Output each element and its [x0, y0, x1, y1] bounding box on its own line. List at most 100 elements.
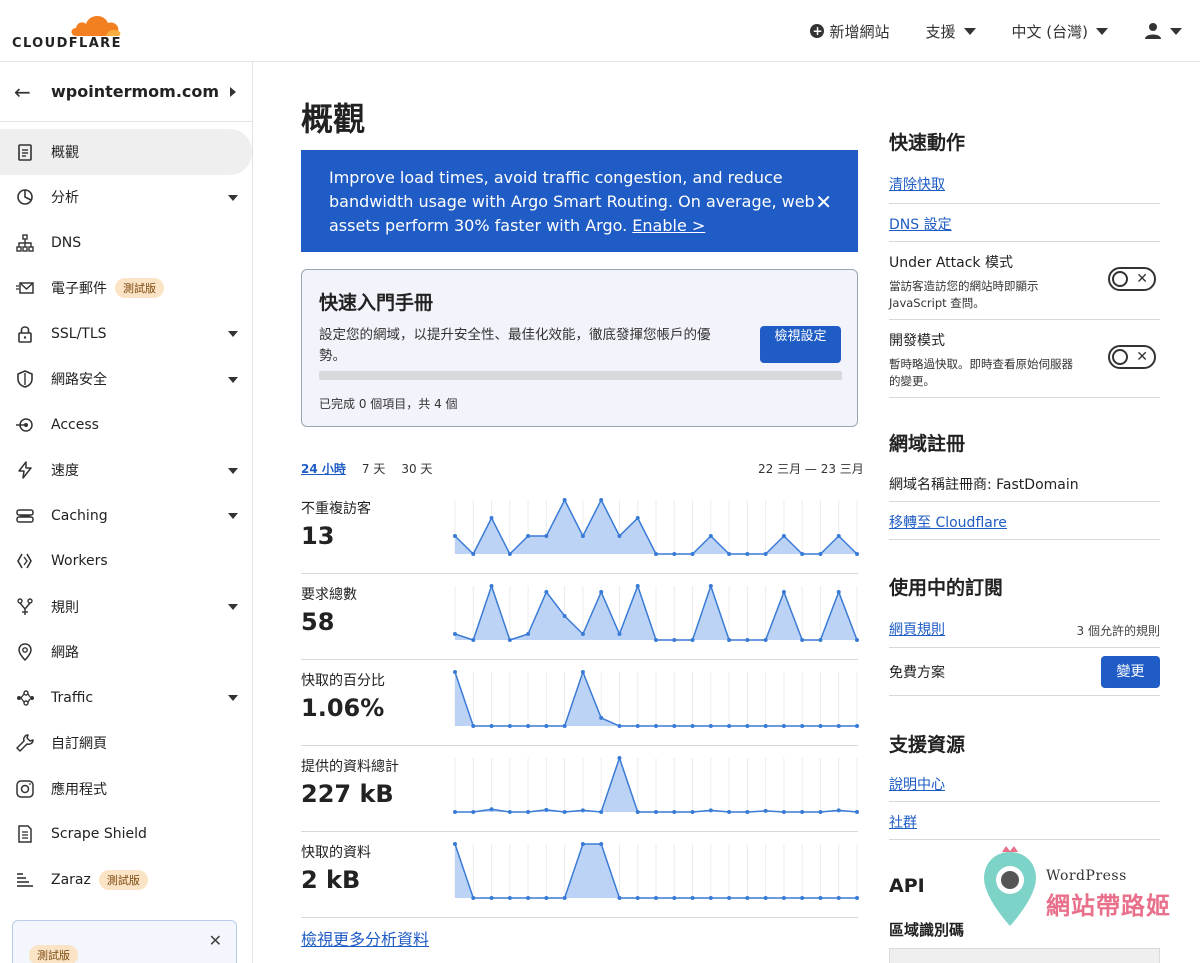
sparkline-point [745, 724, 750, 728]
sparkline-point [526, 896, 531, 900]
logo-text: CLOUDFLARE [12, 36, 122, 51]
sparkline-point [690, 724, 695, 728]
sidebar-item-0[interactable]: 概觀 [0, 129, 252, 175]
add-site-label: 新增網站 [829, 22, 890, 41]
sparkline-point [507, 638, 512, 642]
sparkline-point [617, 756, 622, 760]
sparkline-point [562, 810, 567, 814]
page-rules-row: 網頁規則 3 個允許的規則 [889, 610, 1160, 648]
sparkline-point [708, 534, 713, 538]
sparkline-point [453, 632, 457, 636]
range-tab-1[interactable]: 7 天 [362, 460, 385, 477]
argo-banner: Improve load times, avoid traffic conges… [301, 150, 858, 252]
sparkline-point [635, 896, 640, 900]
sidebar-item-8[interactable]: Caching [0, 493, 252, 539]
subscriptions-title: 使用中的訂閱 [889, 577, 1004, 599]
more-analytics-link[interactable]: 檢視更多分析資料 [301, 926, 429, 950]
community-link[interactable]: 社群 [889, 815, 917, 831]
subscriptions-list: 網頁規則 3 個允許的規則 免費方案 變更 [889, 610, 1160, 696]
sparkline-point [526, 534, 531, 538]
sparkline-point [855, 896, 859, 900]
sidebar-item-9[interactable]: Workers [0, 539, 252, 585]
sidebar-item-label: SSL/TLS [51, 325, 107, 342]
purge-cache-link[interactable]: 清除快取 [889, 177, 945, 193]
sparkline-point [781, 896, 786, 900]
sidebar-item-13[interactable]: 自訂網頁 [0, 721, 252, 767]
sparkline-point [562, 724, 567, 728]
language-label: 中文 (台灣) [1011, 22, 1088, 41]
sidebar-item-14[interactable]: 應用程式 [0, 766, 252, 812]
user-menu[interactable] [1144, 22, 1182, 40]
back-arrow-icon[interactable]: ← [14, 80, 51, 104]
sparkline-point [562, 498, 567, 502]
view-setup-button[interactable]: 檢視設定 [760, 326, 841, 363]
range-tab-0[interactable]: 24 小時 [301, 460, 346, 477]
domain-selector[interactable]: ← wpointermom.com [0, 62, 252, 122]
community-row: 社群 [889, 802, 1160, 840]
sparkline-point [855, 724, 859, 728]
sidebar-item-16[interactable]: Zaraz 測試版 [0, 857, 252, 903]
sidebar-item-3[interactable]: 電子郵件 測試版 [0, 266, 252, 312]
sparkline-point [727, 810, 732, 814]
sparkline-point [617, 896, 622, 900]
sidebar-item-10[interactable]: 規則 [0, 584, 252, 630]
sidebar-item-12[interactable]: Traffic [0, 675, 252, 721]
filter-icon [15, 597, 35, 617]
sidebar-item-5[interactable]: 網路安全 [0, 357, 252, 403]
range-tab-2[interactable]: 30 天 [401, 460, 432, 477]
chevron-down-icon [228, 467, 238, 474]
chevron-right-icon [230, 87, 236, 97]
support-title: 支援資源 [889, 734, 966, 756]
transfer-link[interactable]: 移轉至 Cloudflare [889, 515, 1007, 531]
page-rules-link[interactable]: 網頁規則 [889, 622, 945, 638]
sidebar-item-label: Access [51, 416, 99, 433]
sidebar-item-2[interactable]: DNS [0, 220, 252, 266]
guide-count: 已完成 0 個項目，共 4 個 [319, 397, 458, 411]
sparkline-point [544, 896, 549, 900]
dev-mode-desc: 暫時略過快取。即時查看原始伺服器的變更。 [889, 357, 1073, 388]
date-range: 22 三月 — 23 三月 [758, 462, 864, 476]
sidebar-item-label: 分析 [51, 190, 79, 207]
support-list: 說明中心 社群 [889, 764, 1160, 840]
sidebar-item-6[interactable]: Access [0, 402, 252, 448]
sidebar-item-11[interactable]: 網路 [0, 630, 252, 676]
cloudflare-logo[interactable]: CLOUDFLARE [12, 10, 122, 51]
help-center-link[interactable]: 說明中心 [889, 777, 945, 793]
help-center-row: 說明中心 [889, 764, 1160, 802]
sparkline-point [599, 715, 604, 720]
metric-sparkline [453, 583, 859, 642]
chevron-down-icon [228, 194, 238, 201]
under-attack-toggle[interactable]: ✕ [1108, 267, 1156, 291]
sidebar-item-1[interactable]: 分析 [0, 175, 252, 221]
beta-promo-card: 測試版 ✕ [12, 920, 237, 963]
language-menu[interactable]: 中文 (台灣) [1012, 21, 1108, 42]
close-icon[interactable]: ✕ [209, 931, 222, 950]
support-menu[interactable]: 支援 [926, 21, 976, 42]
sparkline-point [654, 896, 658, 900]
sparkline-point [453, 534, 457, 538]
chevron-down-icon [1170, 27, 1182, 35]
sparkline-point [763, 638, 768, 642]
wrench-icon [15, 733, 35, 753]
sidebar-item-15[interactable]: Scrape Shield [0, 812, 252, 858]
sparkline-point [453, 842, 457, 846]
change-plan-button[interactable]: 變更 [1101, 656, 1160, 688]
add-site-button[interactable]: + 新增網站 [810, 21, 890, 42]
guide-title: 快速入門手冊 [319, 292, 434, 314]
sparkline-point [836, 724, 841, 728]
sidebar-item-4[interactable]: SSL/TLS [0, 311, 252, 357]
clipboard-icon [15, 142, 35, 162]
dev-mode-toggle[interactable]: ✕ [1108, 345, 1156, 369]
sparkline-point [507, 896, 512, 900]
plan-row: 免費方案 變更 [889, 648, 1160, 696]
purge-cache-row: 清除快取 [889, 166, 1160, 204]
email-icon [15, 278, 35, 298]
sidebar-item-7[interactable]: 速度 [0, 448, 252, 494]
sparkline-point [635, 584, 640, 588]
zone-id-field[interactable] [889, 948, 1160, 963]
dev-mode-row: 開發模式 暫時略過快取。即時查看原始伺服器的變更。 ✕ [889, 320, 1160, 398]
close-icon[interactable]: ✕ [815, 190, 832, 214]
enable-argo-link[interactable]: Enable > [632, 216, 705, 235]
dns-settings-link[interactable]: DNS 設定 [889, 217, 952, 233]
sparkline-point [599, 810, 604, 814]
